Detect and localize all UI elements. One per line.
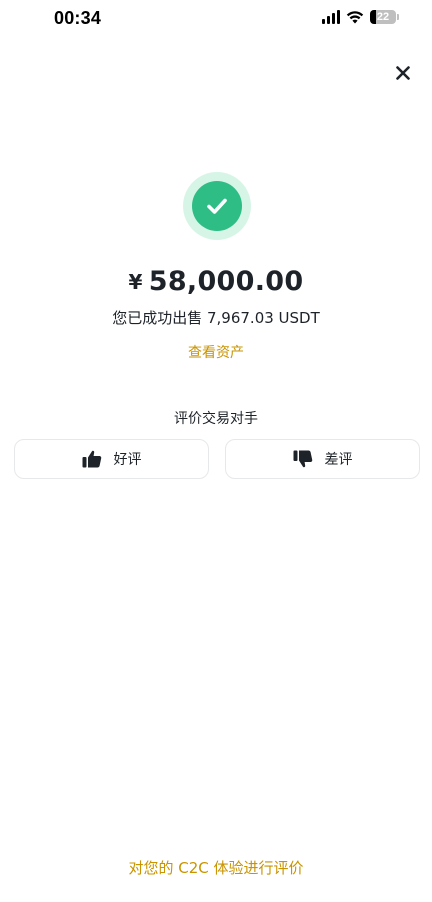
rating-title: 评价交易对手	[174, 411, 258, 427]
thumbs-up-icon	[82, 450, 102, 468]
battery-level: 22	[376, 11, 390, 23]
amount-value: 58,000.00	[148, 266, 304, 297]
good-rating-label: 好评	[113, 452, 142, 468]
close-button[interactable]	[392, 62, 414, 84]
view-assets-link[interactable]: 查看资产	[0, 342, 432, 362]
currency-symbol: ¥	[128, 270, 143, 294]
check-circle-icon	[192, 181, 242, 231]
status-time: 00:34	[54, 8, 102, 28]
status-icons: 22	[322, 10, 399, 24]
battery-fill	[370, 10, 376, 24]
sale-message: 您已成功出售 7,967.03 USDT	[112, 309, 320, 327]
status-bar: 00:34 22	[0, 0, 432, 40]
battery-icon: 22	[370, 10, 399, 24]
rate-c2c-experience-link[interactable]: 对您的 C2C 体验进行评价	[0, 857, 432, 878]
wifi-icon	[346, 11, 364, 24]
good-rating-button[interactable]: 好评	[14, 439, 209, 479]
bad-rating-label: 差评	[324, 452, 353, 468]
sale-amount: ¥58,000.00	[0, 266, 432, 297]
thumbs-down-icon	[293, 450, 313, 468]
success-badge	[183, 172, 251, 240]
cellular-signal-icon	[322, 10, 340, 24]
order-success-screen: 00:34 22 ¥ 58,000.00 您已成功出售 7,967.03 USD…	[0, 0, 432, 902]
close-icon	[396, 66, 410, 80]
bad-rating-button[interactable]: 差评	[225, 439, 420, 479]
